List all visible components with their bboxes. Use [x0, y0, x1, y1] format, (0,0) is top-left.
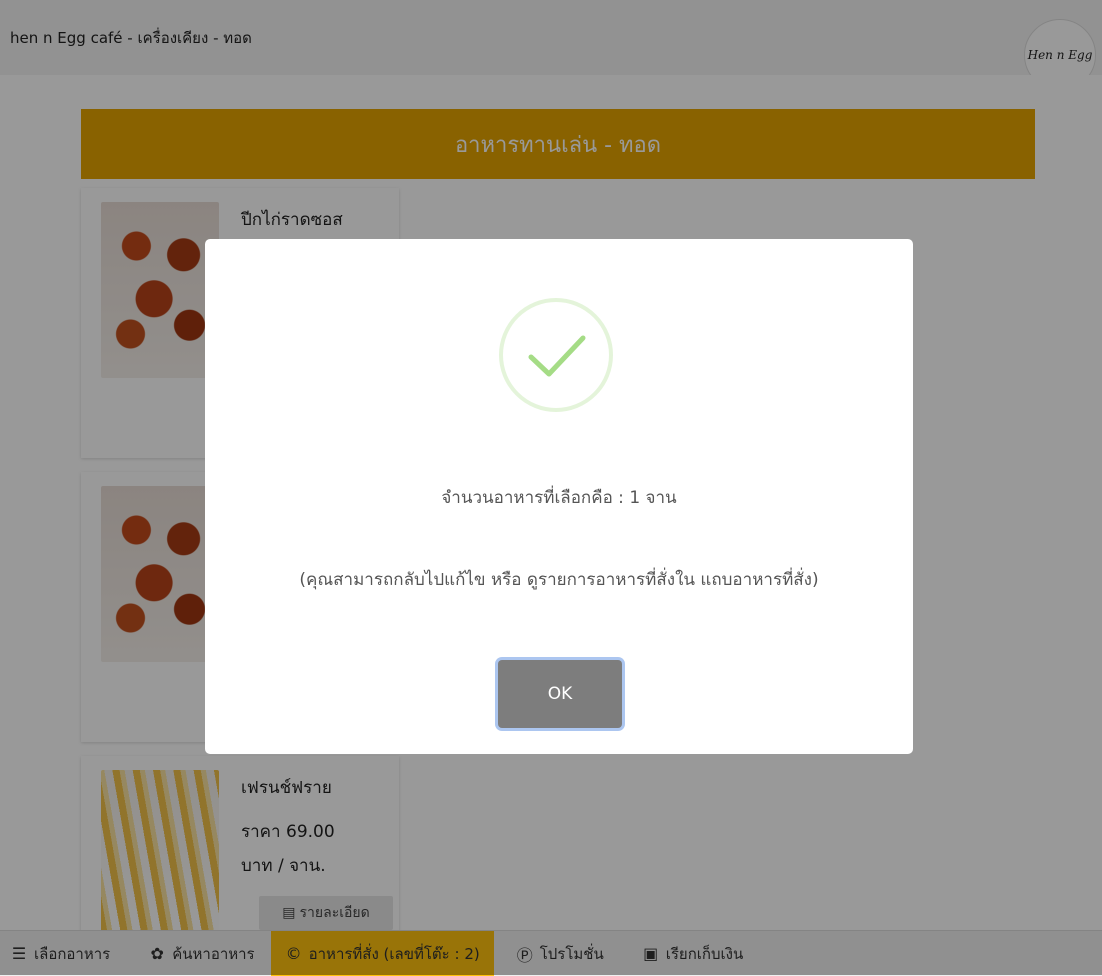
success-dialog: จำนวนอาหารที่เลือกคือ : 1 จาน (คุณสามารถ…: [205, 239, 913, 754]
dialog-hint: (คุณสามารถกลับไปแก้ไข หรือ ดูรายการอาหาร…: [299, 570, 819, 590]
success-check-icon: [499, 298, 613, 412]
ok-button[interactable]: OK: [498, 660, 622, 728]
dialog-message: จำนวนอาหารที่เลือกคือ : 1 จาน: [441, 488, 677, 508]
